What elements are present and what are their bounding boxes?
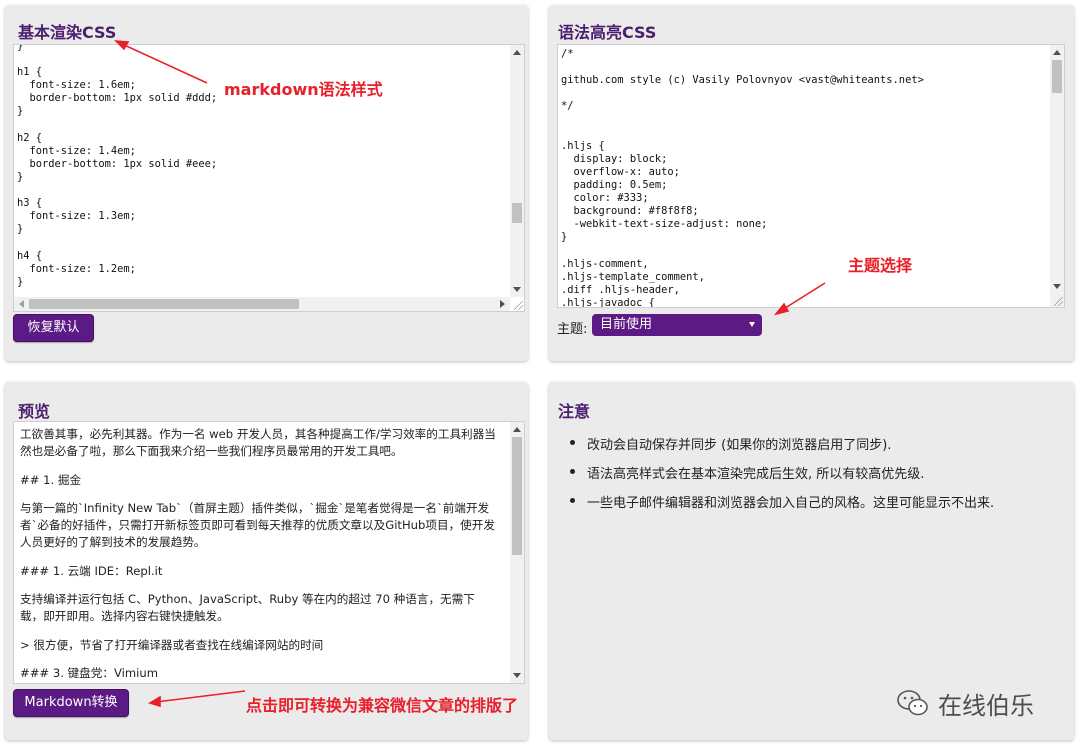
scroll-left-arrow-icon[interactable] <box>19 300 24 308</box>
scroll-thumb[interactable] <box>512 203 522 223</box>
scroll-down-arrow-icon[interactable] <box>513 673 521 678</box>
theme-label: 主题: <box>557 322 588 337</box>
scroll-down-arrow-icon[interactable] <box>513 287 521 292</box>
base-css-panel: 基本渲染CSS } h1 { font-size: 1.6em; border-… <box>5 5 528 361</box>
annotation-theme-select: 主题选择 <box>848 256 913 275</box>
scroll-thumb[interactable] <box>1052 60 1062 93</box>
preview-paragraph: ## 1. 掘金 <box>20 472 82 487</box>
watermark-text: 在线伯乐 <box>938 692 1034 720</box>
base-css-horizontal-scrollbar[interactable] <box>14 297 510 311</box>
scroll-right-arrow-icon[interactable] <box>500 300 505 308</box>
scroll-thumb[interactable] <box>512 437 522 555</box>
theme-select-value: 目前使用 <box>600 317 653 332</box>
notice-title: 注意 <box>558 402 591 421</box>
preview-content[interactable]: 工欲善其事，必先利其器。作为一名 web 开发人员，其各种提高工作/学习效率的工… <box>20 426 498 683</box>
preview-paragraph: ### 1. 云端 IDE：Repl.it <box>20 563 163 578</box>
highlight-css-panel: 语法高亮CSS /* github.com style (c) Vasily P… <box>549 5 1074 361</box>
list-item: 改动会自动保存并同步 (如果你的浏览器启用了同步). <box>569 434 994 453</box>
base-css-vertical-scrollbar[interactable] <box>510 45 524 297</box>
scroll-up-arrow-icon[interactable] <box>513 50 521 55</box>
scroll-down-arrow-icon[interactable] <box>1053 284 1061 289</box>
highlight-css-title: 语法高亮CSS <box>558 23 657 42</box>
preview-textarea[interactable]: 工欲善其事，必先利其器。作为一名 web 开发人员，其各种提高工作/学习效率的工… <box>13 421 525 684</box>
resize-grip-icon[interactable] <box>1054 297 1063 306</box>
highlight-css-vertical-scrollbar[interactable] <box>1050 45 1064 307</box>
preview-vertical-scrollbar[interactable] <box>510 422 524 683</box>
preview-panel: 预览 工欲善其事，必先利其器。作为一名 web 开发人员，其各种提高工作/学习效… <box>5 382 528 740</box>
base-css-title: 基本渲染CSS <box>18 23 117 42</box>
scroll-thumb[interactable] <box>29 299 299 309</box>
preview-paragraph: 支持编译并运行包括 C、Python、JavaScript、Ruby 等在内的超… <box>20 592 475 624</box>
base-css-code[interactable]: } h1 { font-size: 1.6em; border-bottom: … <box>17 45 217 289</box>
theme-select[interactable]: 目前使用 <box>592 314 762 336</box>
preview-paragraph: > 很方便，节省了打开编译器或者查找在线编译网站的时间 <box>20 637 324 652</box>
preview-title: 预览 <box>18 402 51 421</box>
scroll-up-arrow-icon[interactable] <box>1053 50 1061 55</box>
reset-default-button[interactable]: 恢复默认 <box>13 314 94 342</box>
wechat-icon <box>897 690 928 716</box>
markdown-convert-button[interactable]: Markdown转换 <box>13 689 129 717</box>
annotation-markdown-style: markdown语法样式 <box>224 80 383 99</box>
list-item: 语法高亮样式会在基本渲染完成后生效, 所以有较高优先级. <box>569 463 994 482</box>
preview-paragraph: 与第一篇的`Infinity New Tab`（首屏主题）插件类似，`掘金`是笔… <box>20 500 495 550</box>
scroll-up-arrow-icon[interactable] <box>513 427 521 432</box>
annotation-convert-hint: 点击即可转换为兼容微信文章的排版了 <box>246 696 519 715</box>
highlight-css-editor[interactable]: /* github.com style (c) Vasily Polovnyov… <box>557 44 1065 308</box>
notice-list: 改动会自动保存并同步 (如果你的浏览器启用了同步). 语法高亮样式会在基本渲染完… <box>569 434 994 521</box>
preview-paragraph: 工欲善其事，必先利其器。作为一名 web 开发人员，其各种提高工作/学习效率的工… <box>20 427 496 459</box>
chevron-down-icon <box>749 322 755 327</box>
preview-paragraph: ### 3. 键盘党：Vimium <box>20 665 159 680</box>
resize-grip-icon[interactable] <box>514 301 523 310</box>
list-item: 一些电子邮件编辑器和浏览器会加入自己的风格。这里可能显示不出来. <box>569 492 994 511</box>
